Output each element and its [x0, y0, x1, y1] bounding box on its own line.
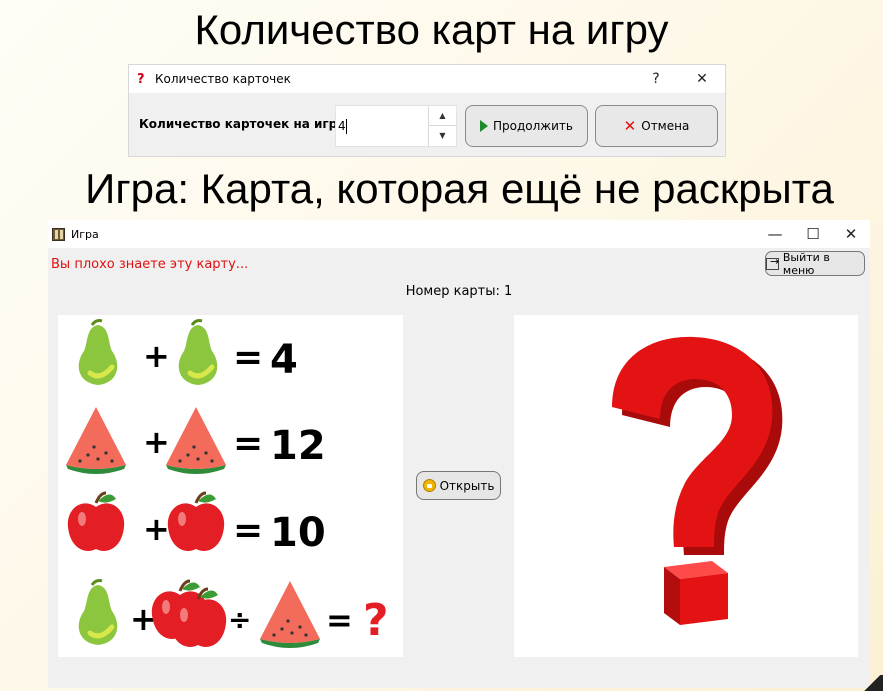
window-close-button[interactable]: ✕ [832, 225, 870, 243]
question-mark-icon [612, 336, 783, 625]
continue-button[interactable]: Продолжить [465, 105, 588, 147]
card-front-image: + = 4 + = 12 + = 10 + ÷ = ? [58, 315, 403, 657]
minimize-button[interactable]: — [756, 225, 794, 243]
open-label: Открыть [439, 478, 495, 493]
cancel-label: Отмена [641, 119, 690, 133]
open-card-button[interactable]: Открыть [416, 471, 501, 500]
puzzle-result-2: 12 [270, 423, 326, 469]
svg-text:÷: ÷ [228, 603, 251, 636]
exit-label: Выйти в меню [782, 250, 830, 277]
card-back-image [514, 315, 858, 657]
svg-text:=: = [233, 423, 263, 464]
app-icon [52, 227, 65, 241]
slide-title-game: Игра: Карта, которая ещё не раскрыта [85, 165, 834, 212]
window-titlebar: Игра — ☐ ✕ [48, 220, 870, 248]
dialog-titlebar: ? Количество карточек ? ✕ [129, 65, 725, 93]
svg-text:+: + [143, 423, 170, 461]
spin-up-icon[interactable]: ▲ [429, 106, 456, 126]
cancel-button[interactable]: ✕ Отмена [595, 105, 718, 147]
play-icon [480, 120, 489, 132]
warning-text: Вы плохо знаете эту карту... [51, 257, 249, 272]
card-count-spinbox[interactable]: 4 ▲ ▼ [335, 105, 457, 147]
cross-icon: ✕ [623, 117, 637, 135]
puzzle-result-4: ? [363, 595, 389, 646]
continue-label: Продолжить [493, 119, 573, 133]
svg-text:=: = [233, 337, 263, 378]
svg-text:=: = [233, 510, 263, 551]
dialog-title: Количество карточек [155, 72, 291, 86]
fruit-puzzle-image: + = 4 + = 12 + = 10 + ÷ = ? [66, 315, 389, 649]
dialog-close-button[interactable]: ✕ [679, 71, 725, 87]
maximize-button[interactable]: ☐ [794, 225, 832, 243]
puzzle-row-3: + = 10 [66, 491, 326, 556]
lock-icon [422, 479, 436, 492]
puzzle-result-1: 4 [270, 337, 298, 383]
help-button[interactable]: ? [633, 71, 679, 87]
svg-text:=: = [326, 601, 353, 639]
slide-title-card-count: Количество карт на игру [194, 6, 669, 53]
card-number: Номер карты: 1 [405, 284, 513, 299]
game-window: Игра — ☐ ✕ Вы плохо знаете эту карту... … [48, 220, 870, 688]
question-icon: ? [137, 71, 145, 87]
puzzle-result-3: 10 [270, 510, 326, 556]
window-title: Игра [71, 227, 99, 241]
card-count-value[interactable]: 4 [338, 119, 346, 133]
svg-text:+: + [143, 510, 170, 548]
exit-icon [766, 255, 779, 270]
puzzle-row-4: + ÷ = ? [79, 581, 389, 649]
puzzle-row-2: + = 12 [66, 407, 326, 474]
svg-text:+: + [143, 337, 170, 375]
text-cursor [346, 119, 347, 134]
spin-down-icon[interactable]: ▼ [429, 126, 456, 146]
corner-decoration [861, 675, 883, 691]
puzzle-row-1: + = 4 [79, 321, 298, 386]
card-count-dialog: ? Количество карточек ? ✕ Количество кар… [128, 64, 726, 157]
exit-to-menu-button[interactable]: Выйти в меню [765, 250, 865, 277]
card-count-label: Количество карточек на игру: [139, 117, 350, 131]
